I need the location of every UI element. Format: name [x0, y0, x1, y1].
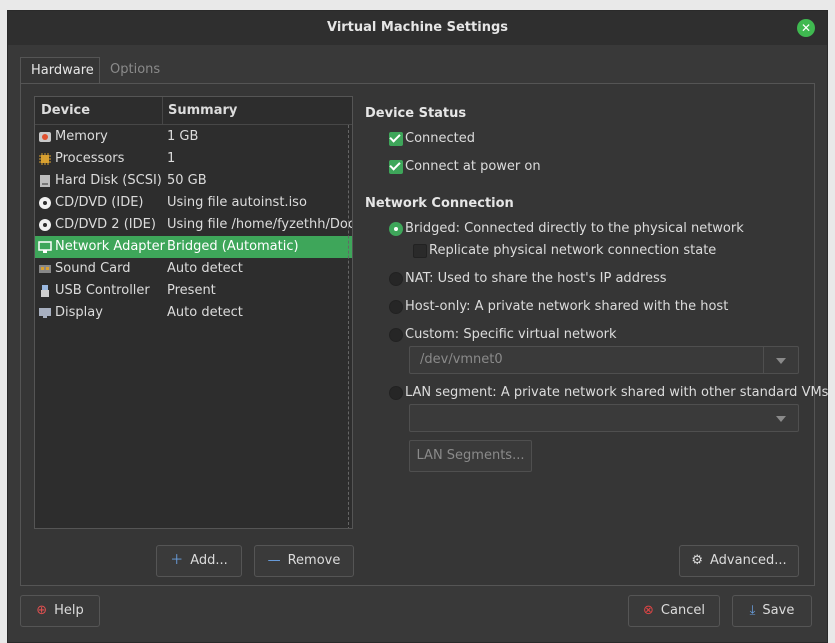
custom-radio[interactable] [389, 328, 403, 342]
device-name: CD/DVD 2 (IDE) [55, 217, 156, 232]
cd-dvd-icon [39, 219, 51, 231]
lan-segment-radio[interactable] [389, 386, 403, 400]
host-only-label: Host-only: A private network shared with… [405, 299, 729, 314]
device-summary: 50 GB [167, 173, 207, 188]
settings-icon: ⚙ [691, 553, 704, 568]
minus-icon: — [267, 553, 281, 568]
custom-network-select[interactable]: /dev/vmnet0 [409, 346, 799, 374]
device-name: CD/DVD (IDE) [55, 195, 144, 210]
save-button[interactable]: ⤓ Save [732, 595, 812, 627]
device-summary: 1 [167, 151, 176, 166]
device-row-usb-controller[interactable]: USB Controller Present [35, 280, 352, 302]
device-row-display[interactable]: Display Auto detect [35, 302, 352, 324]
device-list: Device Summary Memory 1 GB Processors 1 … [34, 96, 353, 529]
device-row-cd-dvd[interactable]: CD/DVD (IDE) Using file autoinst.iso [35, 192, 352, 214]
column-separator [162, 97, 163, 124]
device-row-processors[interactable]: Processors 1 [35, 148, 352, 170]
host-only-radio[interactable] [389, 300, 403, 314]
device-list-header: Device Summary [35, 97, 352, 125]
remove-device-button[interactable]: — Remove [254, 545, 354, 577]
plus-icon: ＋ [170, 553, 184, 568]
lan-segment-select[interactable] [409, 404, 799, 432]
device-row-cd-dvd-2[interactable]: CD/DVD 2 (IDE) Using file /home/fyzethh/… [35, 214, 353, 236]
lan-segments-button[interactable]: LAN Segments... [409, 440, 532, 472]
network-connection-title: Network Connection [365, 196, 514, 211]
bridged-radio[interactable] [389, 222, 403, 236]
device-list-scrollbar[interactable] [348, 125, 352, 528]
cancel-icon: ⊗ [643, 603, 654, 618]
help-button[interactable]: ⊕ Help [20, 595, 100, 627]
close-button[interactable]: ✕ [797, 19, 815, 37]
tab-hardware[interactable]: Hardware [20, 57, 100, 83]
chevron-down-icon [763, 347, 798, 373]
processor-icon [39, 153, 51, 165]
replicate-state-checkbox[interactable] [413, 244, 427, 258]
device-name: Memory [55, 129, 108, 144]
save-icon: ⤓ [749, 603, 756, 618]
memory-icon [39, 132, 51, 142]
hard-disk-icon [40, 175, 50, 187]
device-name: Display [55, 305, 103, 320]
device-summary: Using file autoinst.iso [167, 195, 307, 210]
settings-window: Virtual Machine Settings ✕ Hardware Opti… [7, 10, 828, 643]
check-icon [389, 131, 401, 143]
display-icon [39, 308, 51, 318]
connected-label: Connected [405, 131, 476, 146]
device-row-network-adapter[interactable]: Network Adapter Bridged (Automatic) [35, 236, 352, 258]
summary-column-header[interactable]: Summary [168, 103, 237, 118]
device-summary: Bridged (Automatic) [167, 239, 299, 254]
titlebar: Virtual Machine Settings ✕ [8, 11, 827, 45]
chevron-down-icon [764, 405, 798, 431]
device-name: Sound Card [55, 261, 131, 276]
nat-label: NAT: Used to share the host's IP address [405, 271, 667, 286]
device-summary: Auto detect [167, 261, 243, 276]
device-summary: Auto detect [167, 305, 243, 320]
device-column-header[interactable]: Device [41, 103, 90, 118]
device-status-title: Device Status [365, 106, 467, 121]
cd-dvd-icon [39, 197, 51, 209]
custom-network-value: /dev/vmnet0 [420, 352, 503, 367]
device-name: Hard Disk (SCSI) [55, 173, 162, 188]
usb-icon [41, 285, 49, 297]
device-row-sound-card[interactable]: Sound Card Auto detect [35, 258, 352, 280]
sound-card-icon [39, 265, 51, 273]
cancel-button[interactable]: ⊗ Cancel [628, 595, 720, 627]
add-device-button[interactable]: ＋ Add... [156, 545, 242, 577]
device-summary: Using file /home/fyzethh/Docu [167, 217, 353, 232]
bridged-label: Bridged: Connected directly to the physi… [405, 221, 744, 236]
device-row-memory[interactable]: Memory 1 GB [35, 126, 352, 148]
device-name: Network Adapter [55, 239, 165, 254]
tab-options[interactable]: Options [100, 57, 170, 83]
connect-at-power-on-label: Connect at power on [405, 159, 541, 174]
device-summary: 1 GB [167, 129, 199, 144]
hardware-panel: Device Summary Memory 1 GB Processors 1 … [20, 83, 828, 586]
window-title: Virtual Machine Settings [326, 20, 508, 35]
check-icon [389, 159, 401, 171]
help-icon: ⊕ [36, 603, 48, 618]
advanced-button[interactable]: ⚙ Advanced... [679, 545, 799, 577]
device-summary: Present [167, 283, 216, 298]
connected-checkbox[interactable] [389, 131, 403, 146]
custom-label: Custom: Specific virtual network [405, 327, 617, 342]
device-name: Processors [55, 151, 125, 166]
device-name: USB Controller [55, 283, 150, 298]
connect-at-power-on-checkbox[interactable] [389, 159, 403, 174]
network-adapter-icon [38, 241, 52, 253]
nat-radio[interactable] [389, 272, 403, 286]
device-row-hard-disk[interactable]: Hard Disk (SCSI) 50 GB [35, 170, 352, 192]
lan-segment-label: LAN segment: A private network shared wi… [405, 385, 829, 400]
replicate-state-label: Replicate physical network connection st… [429, 243, 717, 258]
